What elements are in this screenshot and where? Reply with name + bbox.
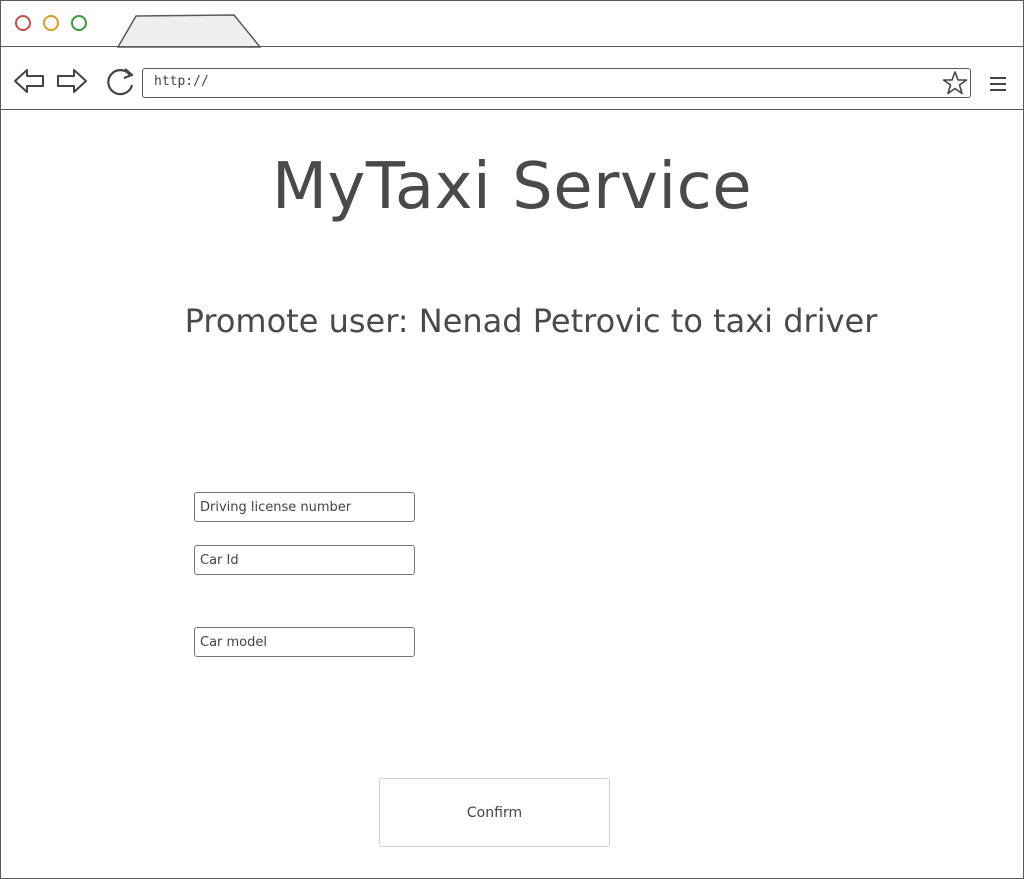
page-title: MyTaxi Service	[271, 150, 753, 224]
browser-titlebar	[1, 1, 1023, 48]
browser-window: http://	[0, 0, 1024, 879]
browser-tab[interactable]	[116, 14, 264, 48]
car-model-input[interactable]	[194, 627, 415, 657]
promote-user-heading: Promote user: Nenad Petrovic to taxi dri…	[184, 302, 878, 340]
car-id-input[interactable]	[194, 545, 415, 575]
address-text: http://	[154, 74, 209, 89]
forward-arrow-icon[interactable]	[56, 67, 88, 95]
minimize-window-icon[interactable]	[43, 15, 59, 31]
maximize-window-icon[interactable]	[71, 15, 87, 31]
back-arrow-icon[interactable]	[13, 67, 45, 95]
address-bar[interactable]: http://	[142, 68, 971, 98]
driving-license-input[interactable]	[194, 492, 415, 522]
star-icon[interactable]	[942, 70, 968, 96]
browser-toolbar: http://	[1, 47, 1023, 110]
reload-icon[interactable]	[103, 65, 137, 99]
confirm-button[interactable]: Confirm	[379, 778, 610, 847]
close-window-icon[interactable]	[15, 15, 31, 31]
hamburger-menu-icon[interactable]	[989, 76, 1007, 92]
